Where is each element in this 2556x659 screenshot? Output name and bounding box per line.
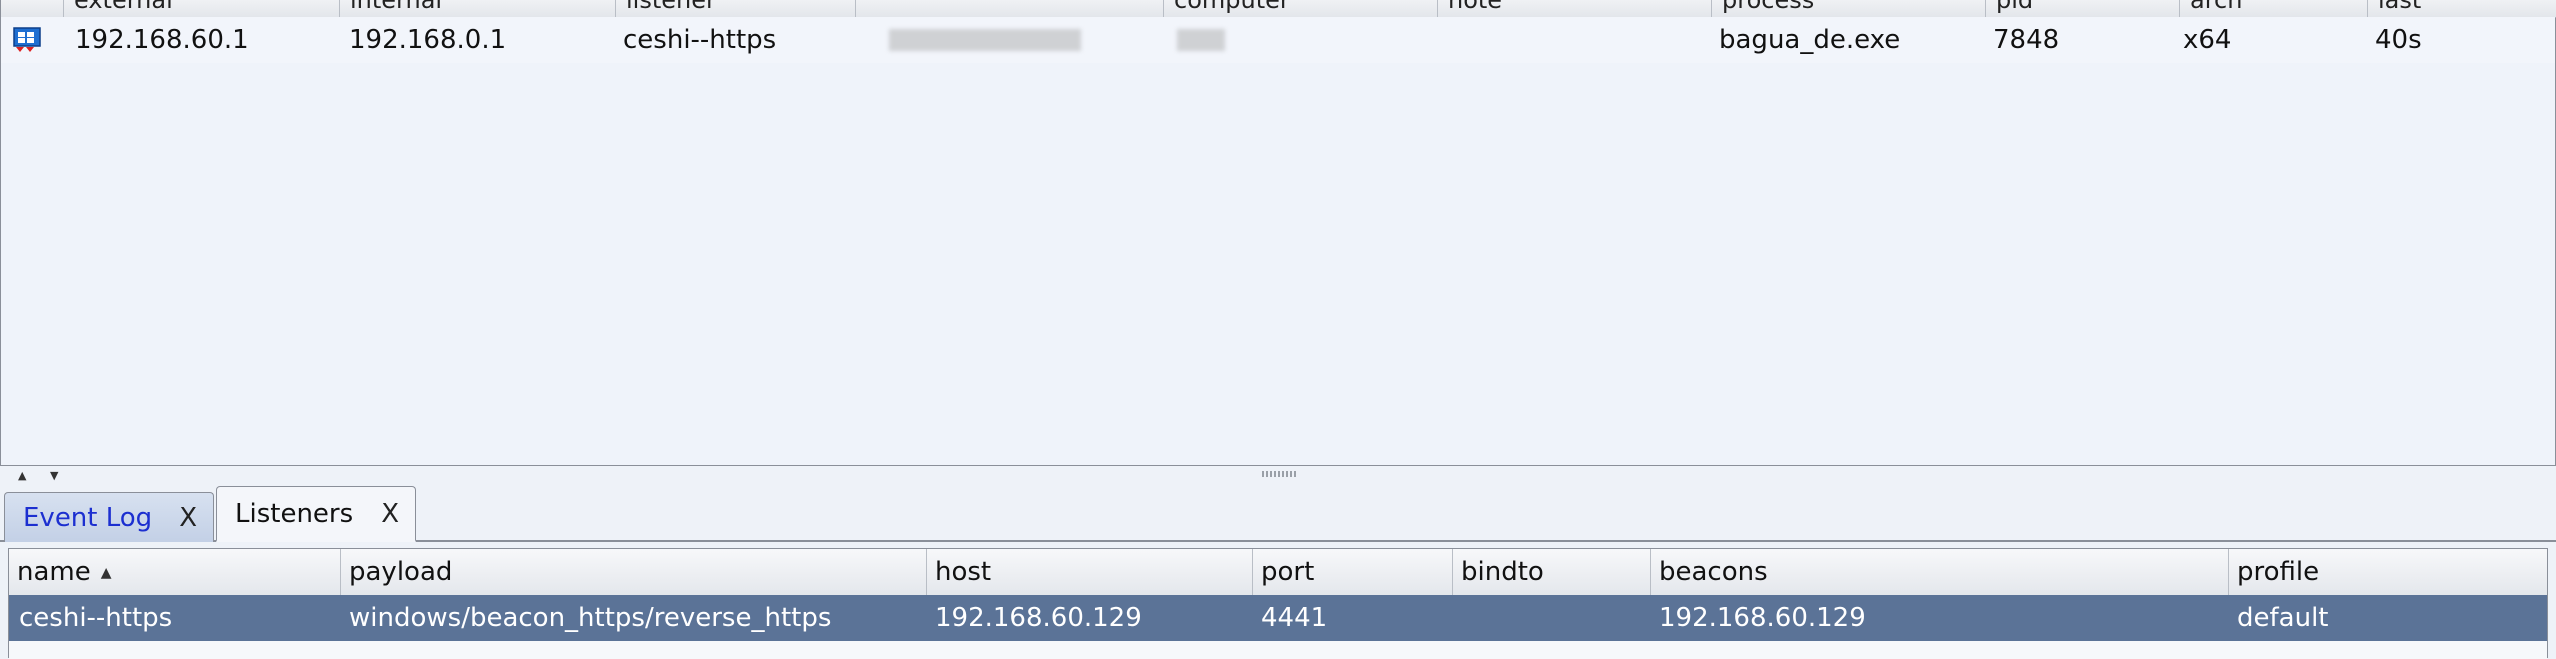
cell-pid: 7848: [1993, 25, 2060, 55]
column-header-listener[interactable]: listener: [615, 0, 855, 17]
sort-ascending-icon: ▲: [100, 564, 112, 581]
tab-label: Listeners: [235, 498, 354, 529]
column-header-internal[interactable]: internal: [339, 0, 615, 17]
cell-internal: 192.168.0.1: [349, 25, 507, 55]
cell-host: 192.168.60.129: [935, 603, 1142, 633]
cell-process: bagua_de.exe: [1719, 25, 1901, 55]
cell-arch: x64: [2183, 25, 2232, 55]
tab-bar: Event Log X Listeners X: [0, 482, 2556, 542]
column-header-bindto[interactable]: bindto: [1453, 549, 1651, 595]
cell-payload: windows/beacon_https/reverse_https: [349, 603, 832, 633]
column-header-icon[interactable]: [1, 0, 63, 17]
column-header-process[interactable]: process: [1711, 0, 1985, 17]
collapse-up-icon[interactable]: ▲: [18, 469, 26, 482]
table-empty-area: [9, 641, 2547, 659]
column-header-last[interactable]: last: [2367, 0, 2556, 17]
column-header-user[interactable]: user: [855, 0, 1163, 17]
windows-beacon-icon: [13, 27, 41, 57]
close-icon[interactable]: X: [381, 499, 399, 529]
column-header-port[interactable]: port: [1253, 549, 1453, 595]
column-header-host[interactable]: host: [927, 549, 1253, 595]
cell-last: 40s: [2375, 25, 2422, 55]
column-header-profile[interactable]: profile: [2229, 549, 2547, 595]
column-header-payload[interactable]: payload: [341, 549, 927, 595]
cell-profile: default: [2237, 603, 2329, 633]
column-header-computer[interactable]: computer: [1163, 0, 1437, 17]
column-header-external[interactable]: external: [63, 0, 339, 17]
cell-beacons: 192.168.60.129: [1659, 603, 1866, 633]
column-header-name[interactable]: name ▲: [9, 549, 341, 595]
column-header-label: name: [17, 557, 91, 587]
split-pane-divider[interactable]: ▲ ▼: [0, 466, 2556, 482]
cell-port: 4441: [1261, 603, 1328, 633]
cell-name: ceshi--https: [19, 603, 173, 633]
column-header-pid[interactable]: pid: [1985, 0, 2179, 17]
table-row[interactable]: 192.168.60.1 192.168.0.1 ceshi--https ba…: [1, 17, 2555, 63]
splitter-grip-icon[interactable]: [1262, 471, 1296, 477]
tab-event-log[interactable]: Event Log X: [4, 492, 214, 542]
collapse-down-icon[interactable]: ▼: [50, 469, 58, 482]
redacted-user: [889, 29, 1081, 51]
cell-external: 192.168.60.1: [75, 25, 249, 55]
table-row-selected[interactable]: ceshi--https windows/beacon_https/revers…: [9, 595, 2547, 641]
cell-bindto: [1453, 595, 1461, 641]
redacted-computer: [1177, 29, 1225, 51]
column-header-note[interactable]: note: [1437, 0, 1711, 17]
column-header-beacons[interactable]: beacons: [1651, 549, 2229, 595]
tab-label: Event Log: [23, 502, 153, 533]
listeners-table-header: name ▲ payload host port bindto beacons p…: [9, 549, 2547, 596]
sessions-table: external internal listener user computer…: [0, 0, 2556, 466]
tab-listeners[interactable]: Listeners X: [216, 486, 416, 542]
column-header-arch[interactable]: arch: [2179, 0, 2367, 17]
listeners-table: name ▲ payload host port bindto beacons p…: [8, 548, 2548, 659]
sessions-table-header: external internal listener user computer…: [1, 0, 2556, 18]
close-icon[interactable]: X: [179, 503, 197, 533]
cell-listener: ceshi--https: [623, 25, 777, 55]
